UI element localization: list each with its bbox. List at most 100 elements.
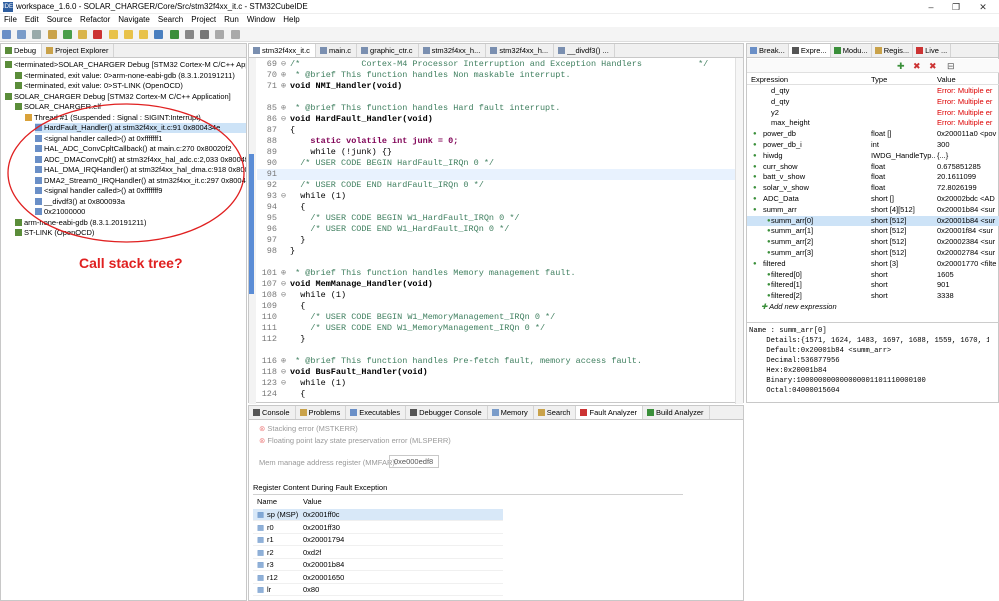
expression-row[interactable]: ● summ_arr[2] short [512] 0x20002384 <sur bbox=[747, 237, 999, 247]
menu-window[interactable]: Window bbox=[243, 14, 279, 24]
step-over-icon[interactable] bbox=[123, 30, 133, 39]
expression-row[interactable]: ● hiwdg IWDG_HandleTyp... {...} bbox=[747, 151, 999, 161]
new-icon[interactable] bbox=[2, 30, 11, 39]
build-icon[interactable] bbox=[47, 30, 57, 39]
fold-icon[interactable]: ⊖ bbox=[281, 114, 290, 125]
register-row[interactable]: ▦ r12 0x20001650 bbox=[253, 572, 503, 584]
menu-project[interactable]: Project bbox=[187, 14, 220, 24]
code-line: 107 ⊖ void MemManage_Handler(void) bbox=[257, 279, 735, 290]
tab-editor-file[interactable]: stm32f4xx_h... bbox=[486, 44, 555, 57]
menu-refactor[interactable]: Refactor bbox=[76, 14, 114, 24]
expression-name: summ_arr[2] bbox=[771, 237, 814, 247]
tab-bottom-view[interactable]: Debugger Console bbox=[406, 406, 488, 419]
back-icon[interactable] bbox=[215, 30, 225, 39]
tab-right-view[interactable]: Break... bbox=[747, 44, 789, 57]
tab-bottom-view[interactable]: Memory bbox=[488, 406, 534, 419]
collapse-all-icon[interactable]: ⊟ bbox=[947, 61, 955, 72]
fold-icon[interactable]: ⊖ bbox=[281, 191, 290, 202]
close-icon[interactable]: ✕ bbox=[972, 0, 994, 14]
debug-icon[interactable] bbox=[154, 30, 164, 39]
tab-bottom-view[interactable]: Console bbox=[249, 406, 296, 419]
forward-icon[interactable] bbox=[230, 30, 240, 39]
expression-row[interactable]: d_qty Error: Multiple er bbox=[747, 97, 999, 107]
expression-row[interactable]: ● power_db_i int 300 bbox=[747, 140, 999, 150]
tab-right-view[interactable]: Modu... bbox=[831, 44, 872, 57]
fold-icon[interactable]: ⊖ bbox=[281, 378, 290, 389]
editor-scrollbar[interactable] bbox=[735, 58, 743, 404]
save-icon[interactable] bbox=[17, 30, 27, 39]
menu-source[interactable]: Source bbox=[43, 14, 76, 24]
expression-row[interactable]: ● summ_arr[1] short [512] 0x20001f84 <sur bbox=[747, 226, 999, 236]
register-row[interactable]: ▦ r2 0xd2f bbox=[253, 547, 503, 559]
minimize-icon[interactable]: – bbox=[920, 0, 942, 14]
menu-run[interactable]: Run bbox=[220, 14, 243, 24]
step-return-icon[interactable] bbox=[139, 30, 149, 39]
suspend-icon[interactable] bbox=[78, 30, 88, 39]
tab-bottom-view[interactable]: Search bbox=[534, 406, 577, 419]
add-expression[interactable]: ✚ Add new expression bbox=[761, 302, 837, 312]
menu-help[interactable]: Help bbox=[279, 14, 303, 24]
resume-icon[interactable] bbox=[62, 30, 72, 39]
register-row[interactable]: ▦ lr 0x80 bbox=[253, 584, 503, 596]
fold-icon[interactable]: ⊕ bbox=[281, 268, 290, 279]
fold-icon[interactable]: ⊕ bbox=[281, 81, 290, 92]
remove-all-icon[interactable]: ✖ bbox=[929, 61, 937, 72]
external-tools-icon[interactable] bbox=[184, 30, 194, 39]
tab-editor-file[interactable]: main.c bbox=[316, 44, 358, 57]
fold-icon[interactable]: ⊖ bbox=[281, 290, 290, 301]
code-area[interactable]: 69 ⊖/* Cortex-M4 Processor Interruption a… bbox=[257, 59, 743, 403]
terminate-icon[interactable] bbox=[93, 30, 103, 39]
add-icon[interactable]: ✚ bbox=[897, 61, 905, 72]
fold-icon[interactable]: ⊖ bbox=[281, 279, 290, 290]
tab-editor-file[interactable]: stm32f4xx_h... bbox=[419, 44, 487, 57]
step-into-icon[interactable] bbox=[108, 30, 118, 39]
menu-edit[interactable]: Edit bbox=[21, 14, 43, 24]
expression-row[interactable]: ● curr_show float 0.675851285 bbox=[747, 162, 999, 172]
menu-search[interactable]: Search bbox=[154, 14, 187, 24]
tab-editor-file[interactable]: __divdf3() ... bbox=[554, 44, 615, 57]
expression-row[interactable]: ● batt_v_show float 20.1611099 bbox=[747, 172, 999, 182]
tab-editor-file[interactable]: graphic_ctr.c bbox=[357, 44, 419, 57]
register-row[interactable]: ▦ r0 0x2001ff30 bbox=[253, 522, 503, 534]
tab-bottom-view[interactable]: Build Analyzer bbox=[643, 406, 710, 419]
expression-row[interactable]: ● filtered short [3] 0x20001770 <filte bbox=[747, 259, 999, 269]
editor-tabs: stm32f4xx_it.c main.c graphic_ctr.c stm32f4… bbox=[249, 44, 743, 58]
expression-row[interactable]: ● filtered[1] short 901 bbox=[747, 280, 999, 290]
tab-bottom-view[interactable]: Fault Analyzer bbox=[576, 406, 644, 419]
expression-type: short [512] bbox=[871, 248, 907, 257]
expression-row[interactable]: ● summ_arr[3] short [512] 0x20002784 <sur bbox=[747, 248, 999, 258]
register-row[interactable]: ▦ r1 0x20001794 bbox=[253, 534, 503, 546]
save-all-icon[interactable] bbox=[32, 30, 42, 39]
tab-bottom-view[interactable]: Executables bbox=[346, 406, 407, 419]
menu-navigate[interactable]: Navigate bbox=[114, 14, 154, 24]
fold-icon[interactable]: ⊕ bbox=[281, 356, 290, 367]
fold-icon[interactable]: ⊖ bbox=[281, 367, 290, 378]
expression-row[interactable]: y2 Error: Multiple er bbox=[747, 108, 999, 118]
tab-right-view[interactable]: Regis... bbox=[872, 44, 914, 57]
menu-file[interactable]: File bbox=[0, 14, 21, 24]
expression-row[interactable]: ● ADC_Data short [] 0x20002bdc <AD bbox=[747, 194, 999, 204]
expression-row[interactable]: ● power_db float [] 0x200011a0 <pov bbox=[747, 129, 999, 139]
run-icon[interactable] bbox=[169, 30, 179, 39]
remove-icon[interactable]: ✖ bbox=[913, 61, 921, 72]
expression-row[interactable]: ● summ_arr[0] short [512] 0x20001b84 <sur bbox=[747, 215, 999, 226]
expression-row[interactable]: ● solar_v_show float 72.8026199 bbox=[747, 183, 999, 193]
expression-row[interactable]: ● filtered[2] short 3338 bbox=[747, 291, 999, 301]
expression-row[interactable]: ● filtered[0] short 1605 bbox=[747, 270, 999, 280]
tab-label: Debugger Console bbox=[419, 408, 482, 417]
fold-icon[interactable]: ⊖ bbox=[281, 59, 290, 70]
tab-bottom-view[interactable]: Problems bbox=[296, 406, 347, 419]
tab-right-view[interactable]: Expre... bbox=[788, 44, 831, 57]
register-row[interactable]: ▦ r3 0x20001b84 bbox=[253, 559, 503, 571]
expression-row[interactable]: max_height Error: Multiple er bbox=[747, 118, 999, 128]
fold-icon[interactable]: ⊕ bbox=[281, 103, 290, 114]
expression-row[interactable]: d_qty Error: Multiple er bbox=[747, 86, 999, 96]
register-row[interactable]: ▦ sp (MSP) 0x2001ff0c bbox=[253, 509, 503, 521]
code-text: /* USER CODE END HardFault_IRQn 0 */ bbox=[290, 180, 484, 190]
tab-right-view[interactable]: Live ... bbox=[913, 44, 952, 57]
maximize-icon[interactable]: ❐ bbox=[945, 0, 967, 14]
expression-row[interactable]: ● summ_arr short [4][512] 0x20001b84 <sur bbox=[747, 205, 999, 215]
fold-icon[interactable]: ⊕ bbox=[281, 70, 290, 81]
search-icon[interactable] bbox=[200, 30, 210, 39]
tab-editor-file[interactable]: stm32f4xx_it.c bbox=[249, 44, 316, 57]
